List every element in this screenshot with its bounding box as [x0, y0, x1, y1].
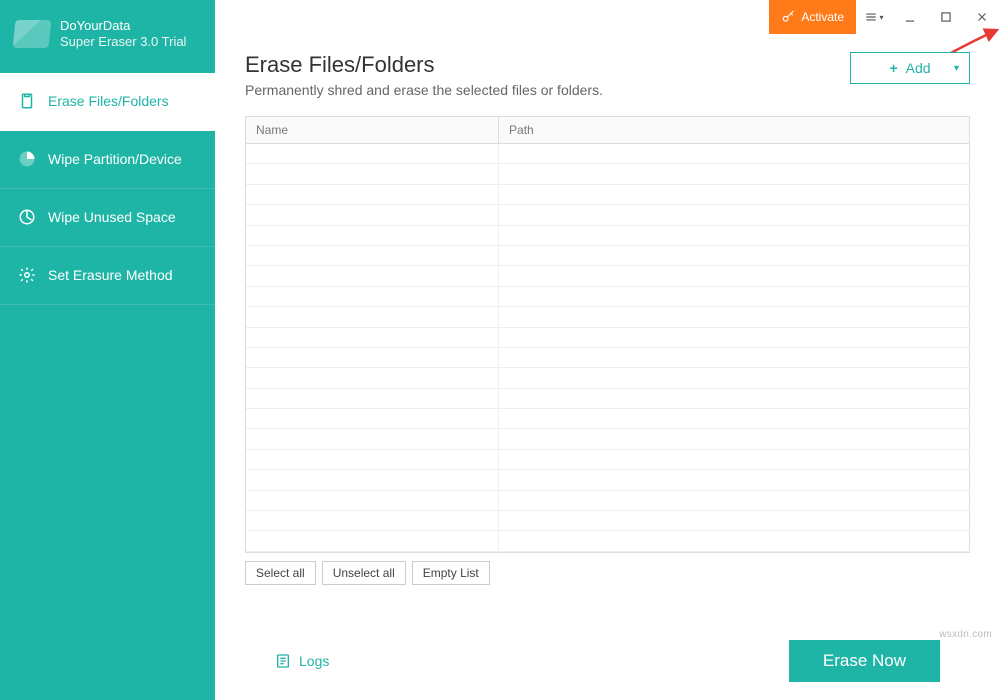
maximize-icon — [939, 10, 953, 24]
titlebar: Activate ▾ — [215, 0, 1000, 34]
table-body[interactable] — [246, 144, 969, 552]
key-icon — [781, 10, 795, 24]
table-row[interactable] — [246, 368, 969, 388]
sidebar-item-wipe-partition[interactable]: Wipe Partition/Device — [0, 131, 215, 189]
table-row[interactable] — [246, 429, 969, 449]
activate-label: Activate — [801, 10, 844, 24]
minimize-icon — [903, 10, 917, 24]
unselect-all-button[interactable]: Unselect all — [322, 561, 406, 585]
brand-text: DoYourData Super Eraser 3.0 Trial — [60, 18, 186, 51]
table-row[interactable] — [246, 205, 969, 225]
table-row[interactable] — [246, 531, 969, 551]
select-all-button[interactable]: Select all — [245, 561, 316, 585]
logs-label: Logs — [299, 653, 329, 669]
sidebar-item-label: Wipe Partition/Device — [48, 151, 182, 167]
sidebar-item-label: Wipe Unused Space — [48, 209, 176, 225]
add-label: Add — [906, 60, 931, 76]
table-row[interactable] — [246, 389, 969, 409]
table-header: Name Path — [246, 117, 969, 144]
table-row[interactable] — [246, 144, 969, 164]
brand-block: DoYourData Super Eraser 3.0 Trial — [0, 0, 215, 73]
close-button[interactable] — [964, 0, 1000, 34]
table-row[interactable] — [246, 348, 969, 368]
page-title: Erase Files/Folders — [245, 52, 603, 78]
table-row[interactable] — [246, 226, 969, 246]
sidebar-item-label: Set Erasure Method — [48, 267, 173, 283]
sidebar-item-erasure-method[interactable]: Set Erasure Method — [0, 247, 215, 305]
sidebar: DoYourData Super Eraser 3.0 Trial Erase … — [0, 0, 215, 700]
hamburger-menu-button[interactable]: ▾ — [856, 0, 892, 34]
sidebar-item-wipe-unused[interactable]: Wipe Unused Space — [0, 189, 215, 247]
menu-icon — [864, 10, 878, 24]
heading-text: Erase Files/Folders Permanently shred an… — [245, 52, 603, 98]
sidebar-item-erase-files[interactable]: Erase Files/Folders — [0, 73, 215, 131]
sidebar-item-label: Erase Files/Folders — [48, 93, 169, 109]
list-actions: Select all Unselect all Empty List — [245, 561, 970, 585]
add-button[interactable]: + Add ▾ — [850, 52, 970, 84]
watermark: wsxdn.com — [939, 629, 992, 640]
table-row[interactable] — [246, 185, 969, 205]
disk-icon — [18, 208, 36, 226]
empty-list-button[interactable]: Empty List — [412, 561, 490, 585]
chevron-down-icon: ▾ — [954, 63, 959, 74]
brand-title: DoYourData — [60, 18, 186, 34]
table-row[interactable] — [246, 266, 969, 286]
table-row[interactable] — [246, 287, 969, 307]
activate-button[interactable]: Activate — [769, 0, 856, 34]
table-row[interactable] — [246, 450, 969, 470]
table-row[interactable] — [246, 511, 969, 531]
maximize-button[interactable] — [928, 0, 964, 34]
logs-button[interactable]: Logs — [275, 653, 329, 669]
column-name[interactable]: Name — [246, 117, 499, 143]
heading-row: Erase Files/Folders Permanently shred an… — [245, 52, 970, 98]
main-area: Activate ▾ Erase Files/Folders Permanent… — [215, 0, 1000, 700]
footer: Logs Erase Now — [245, 636, 970, 700]
gear-icon — [18, 266, 36, 284]
page-subtitle: Permanently shred and erase the selected… — [245, 82, 603, 98]
table-row[interactable] — [246, 491, 969, 511]
table-row[interactable] — [246, 409, 969, 429]
table-row[interactable] — [246, 470, 969, 490]
close-icon — [975, 10, 989, 24]
brand-logo-icon — [13, 20, 52, 48]
table-row[interactable] — [246, 246, 969, 266]
plus-icon: + — [889, 60, 897, 76]
erase-now-button[interactable]: Erase Now — [789, 640, 940, 682]
logs-icon — [275, 653, 291, 669]
brand-subtitle: Super Eraser 3.0 Trial — [60, 34, 186, 50]
table-row[interactable] — [246, 164, 969, 184]
minimize-button[interactable] — [892, 0, 928, 34]
column-path[interactable]: Path — [499, 117, 969, 143]
pie-icon — [18, 150, 36, 168]
table-row[interactable] — [246, 328, 969, 348]
table-row[interactable] — [246, 307, 969, 327]
files-icon — [18, 92, 36, 110]
file-table: Name Path — [245, 116, 970, 553]
content: Erase Files/Folders Permanently shred an… — [215, 34, 1000, 700]
